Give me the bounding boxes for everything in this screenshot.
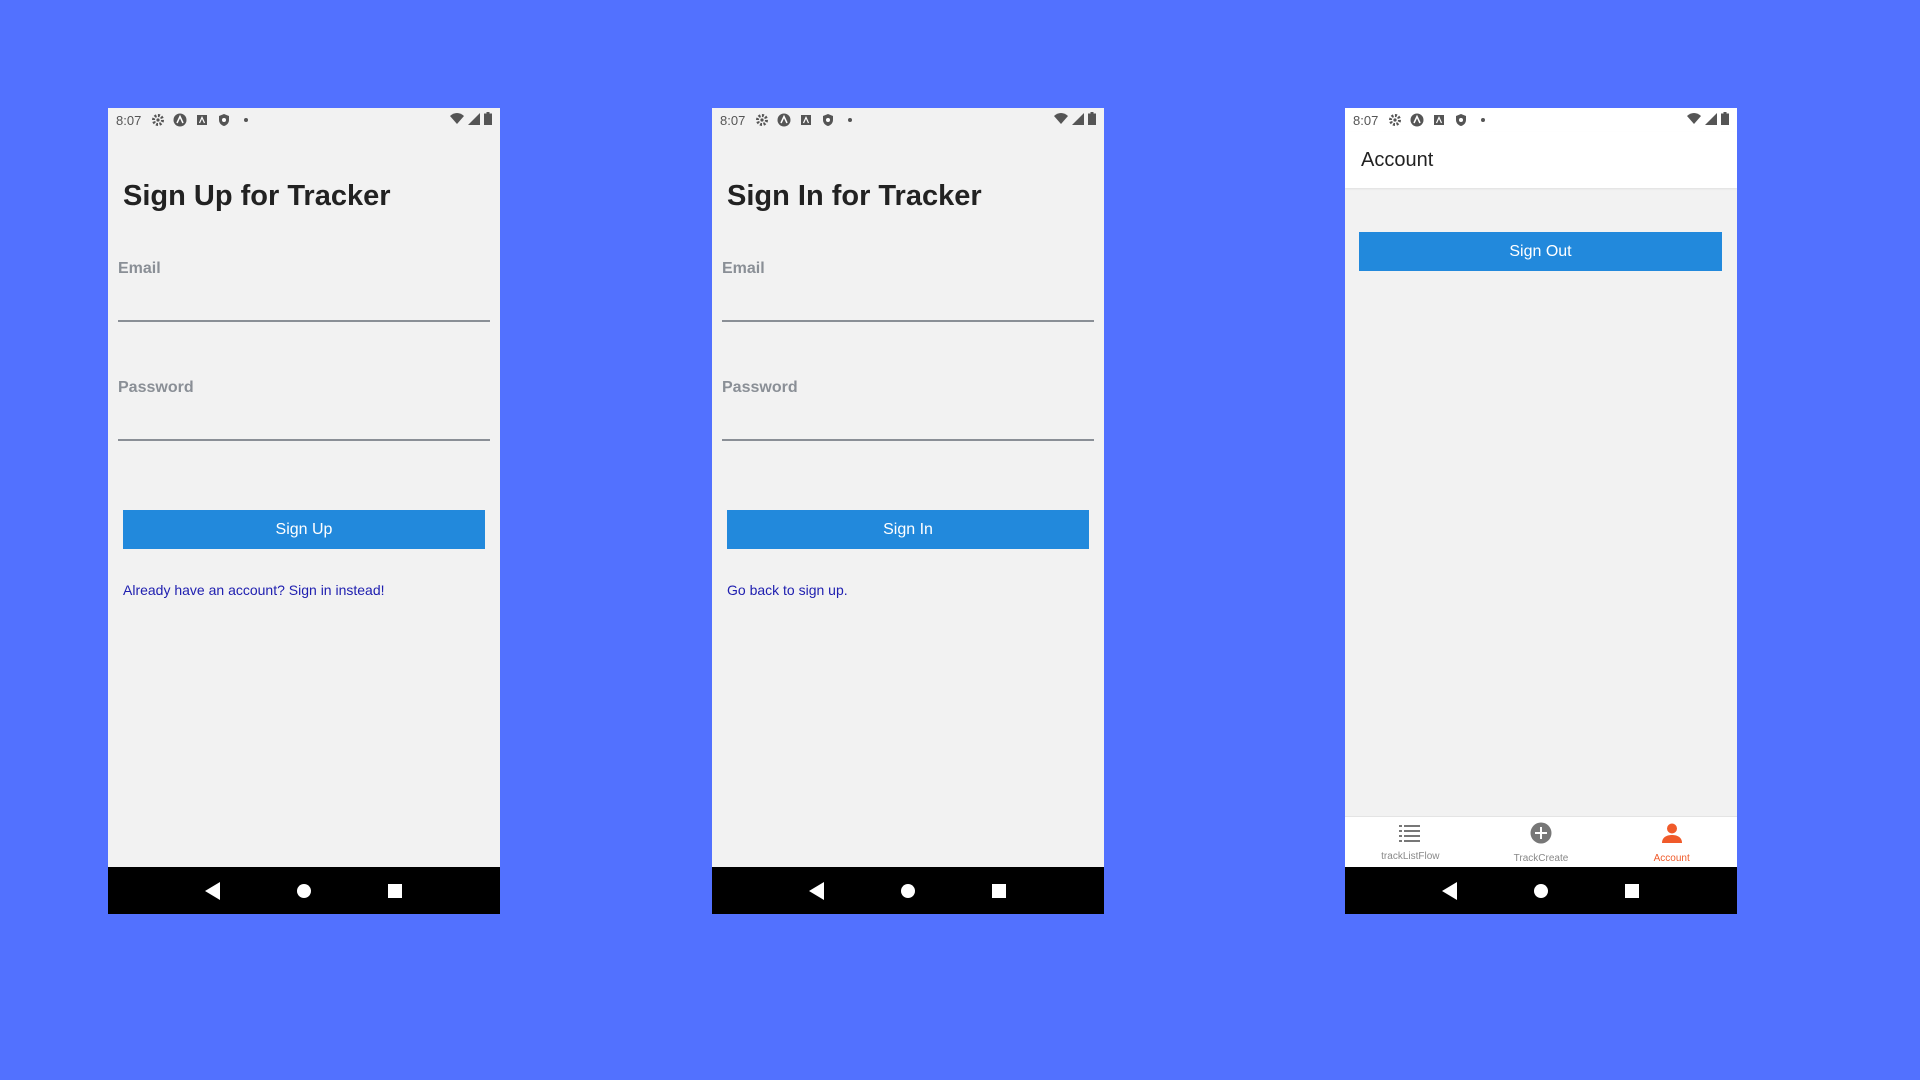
password-label: Password <box>118 379 194 396</box>
wifi-icon <box>450 112 464 128</box>
tab-account[interactable]: Account <box>1606 817 1737 867</box>
tab-label: trackListFlow <box>1381 851 1440 862</box>
page-title: Sign In for Tracker <box>727 180 982 212</box>
bottom-tab-bar: trackListFlow TrackCreate Account <box>1345 816 1737 867</box>
notification-dot-icon <box>1476 113 1490 127</box>
status-time: 8:07 <box>1353 112 1379 128</box>
email-label: Email <box>722 260 765 277</box>
back-icon[interactable] <box>1440 881 1460 901</box>
header-title: Account <box>1361 149 1434 171</box>
home-icon[interactable] <box>294 881 314 901</box>
battery-icon <box>1088 112 1096 128</box>
password-input[interactable] <box>722 403 1098 433</box>
status-bar: 8:07 <box>1345 108 1737 132</box>
add-circle-icon <box>1530 822 1552 849</box>
tab-track-list-flow[interactable]: trackListFlow <box>1345 817 1476 867</box>
password-input[interactable] <box>118 403 494 433</box>
battery-icon <box>484 112 492 128</box>
status-right <box>1687 112 1729 128</box>
android-nav-bar <box>1345 867 1737 914</box>
status-right <box>1054 112 1096 128</box>
app-a-icon <box>777 113 791 127</box>
account-header: Account <box>1345 132 1737 188</box>
shield-icon <box>217 113 231 127</box>
shield-icon <box>1454 113 1468 127</box>
tab-label: TrackCreate <box>1513 853 1569 864</box>
notification-dot-icon <box>239 113 253 127</box>
password-label: Password <box>722 379 798 396</box>
status-bar: 8:07 <box>712 108 1104 132</box>
recents-icon[interactable] <box>385 881 405 901</box>
home-icon[interactable] <box>1531 881 1551 901</box>
shield-icon <box>821 113 835 127</box>
tab-track-create[interactable]: TrackCreate <box>1476 817 1607 867</box>
back-to-sign-up-link[interactable]: Go back to sign up. <box>727 582 848 598</box>
notification-dot-icon <box>843 113 857 127</box>
sign-in-button[interactable]: Sign In <box>727 510 1089 549</box>
sign-up-button[interactable]: Sign Up <box>123 510 485 549</box>
email-label: Email <box>118 260 161 277</box>
signup-screen: 8:07 Sign Up for Tracker Email Password … <box>108 108 500 914</box>
page-title: Sign Up for Tracker <box>123 180 391 212</box>
recents-icon[interactable] <box>989 881 1009 901</box>
back-icon[interactable] <box>807 881 827 901</box>
signin-screen: 8:07 Sign In for Tracker Email Password … <box>712 108 1104 914</box>
status-right <box>450 112 492 128</box>
signal-icon <box>1072 112 1084 128</box>
recents-icon[interactable] <box>1622 881 1642 901</box>
app-a-icon <box>173 113 187 127</box>
email-underline <box>722 320 1094 322</box>
list-icon <box>1399 824 1421 847</box>
sign-in-instead-link[interactable]: Already have an account? Sign in instead… <box>123 582 385 598</box>
sign-out-button[interactable]: Sign Out <box>1359 232 1722 271</box>
signal-icon <box>1705 112 1717 128</box>
settings-gear-icon <box>755 113 769 127</box>
wifi-icon <box>1054 112 1068 128</box>
signal-icon <box>468 112 480 128</box>
battery-icon <box>1721 112 1729 128</box>
tab-label: Account <box>1653 853 1690 864</box>
home-icon[interactable] <box>898 881 918 901</box>
app-a-icon <box>1410 113 1424 127</box>
android-nav-bar <box>712 867 1104 914</box>
email-input[interactable] <box>722 284 1098 314</box>
app-square-icon <box>799 113 813 127</box>
settings-gear-icon <box>1388 113 1402 127</box>
app-square-icon <box>195 113 209 127</box>
status-time: 8:07 <box>720 112 746 128</box>
password-underline <box>722 439 1094 441</box>
email-underline <box>118 320 490 322</box>
account-screen: 8:07 Account Sign Out trackListFlow Trac… <box>1345 108 1737 914</box>
app-square-icon <box>1432 113 1446 127</box>
wifi-icon <box>1687 112 1701 128</box>
back-icon[interactable] <box>203 881 223 901</box>
status-time: 8:07 <box>116 112 142 128</box>
email-input[interactable] <box>118 284 494 314</box>
status-bar: 8:07 <box>108 108 500 132</box>
android-nav-bar <box>108 867 500 914</box>
person-icon <box>1661 822 1683 849</box>
password-underline <box>118 439 490 441</box>
settings-gear-icon <box>151 113 165 127</box>
